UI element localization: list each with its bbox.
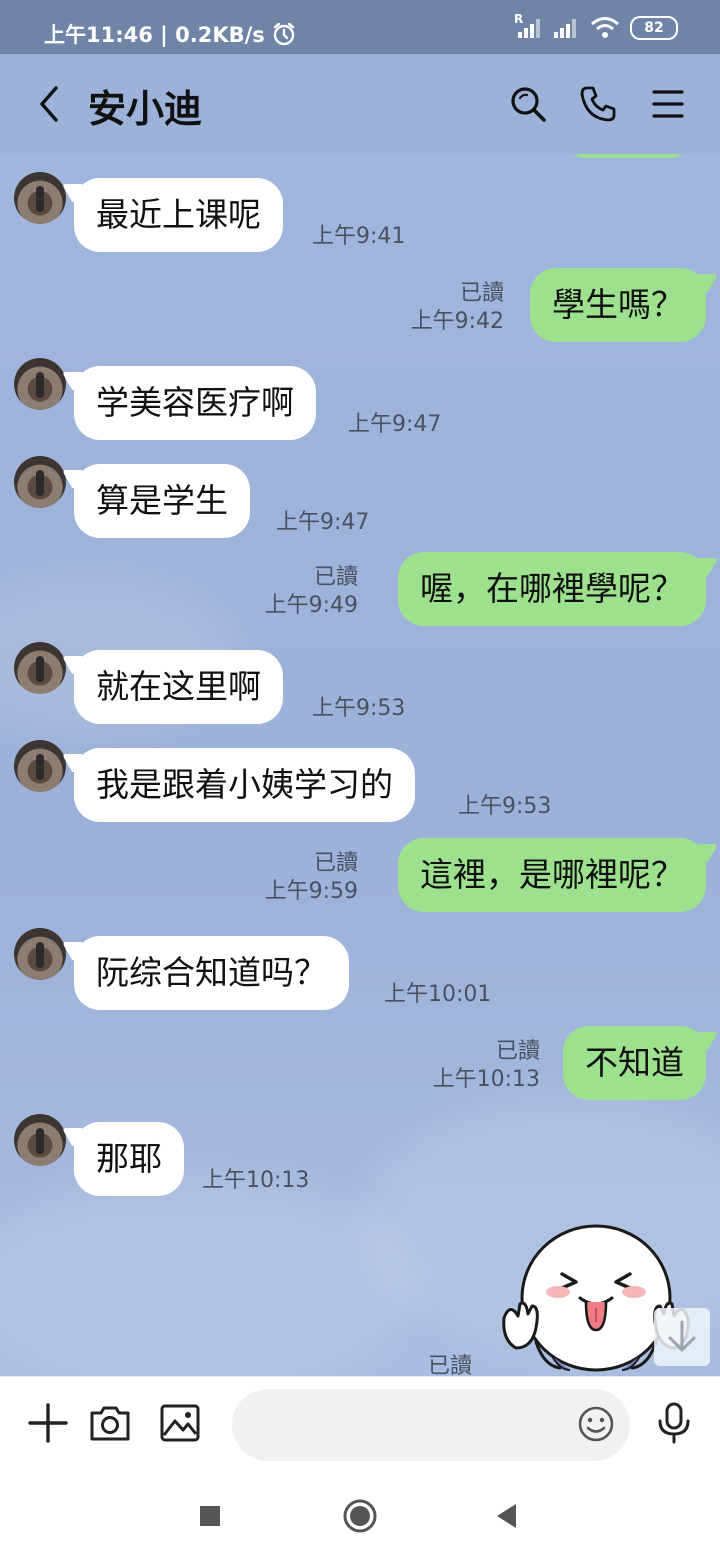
read-receipt: 已讀 bbox=[495, 1039, 540, 1064]
read-receipt: 已讀 bbox=[459, 281, 504, 306]
chat-header: 安小迪 bbox=[0, 54, 720, 154]
incoming-bubble[interactable]: 我是跟着小姨学习的 bbox=[74, 748, 415, 822]
contact-avatar[interactable] bbox=[14, 928, 66, 980]
image-gallery-icon[interactable] bbox=[158, 1401, 202, 1445]
message-time: 上午9:53 bbox=[312, 696, 406, 721]
system-nav-bar bbox=[0, 1474, 720, 1560]
wifi-icon bbox=[591, 17, 619, 38]
battery-icon: 82 bbox=[630, 16, 678, 40]
battery-level: 82 bbox=[644, 20, 664, 36]
status-bar: 上午11:46 | 0.2KB/s R 82 bbox=[0, 0, 720, 54]
recent-apps-icon[interactable] bbox=[198, 1504, 222, 1528]
outgoing-bubble[interactable]: 喔，在哪裡學呢？ bbox=[398, 552, 706, 626]
incoming-bubble[interactable]: 阮综合知道吗？ bbox=[74, 936, 349, 1010]
contact-avatar[interactable] bbox=[14, 740, 66, 792]
emoji-icon[interactable] bbox=[576, 1404, 616, 1444]
incoming-bubble[interactable]: 学美容医疗啊 bbox=[74, 366, 316, 440]
message-time: 上午10:13 bbox=[432, 1067, 540, 1092]
outgoing-bubble[interactable]: 不知道 bbox=[563, 1026, 706, 1100]
message-composer bbox=[0, 1376, 720, 1475]
microphone-icon[interactable] bbox=[652, 1401, 696, 1445]
back-nav-icon[interactable] bbox=[494, 1502, 520, 1530]
message-time: 上午10:01 bbox=[384, 982, 492, 1007]
message-time: 上午9:49 bbox=[264, 593, 358, 618]
message-time: 上午10:13 bbox=[202, 1168, 310, 1193]
menu-icon[interactable] bbox=[648, 84, 688, 124]
message-time: 上午9:47 bbox=[276, 510, 370, 535]
contact-avatar[interactable] bbox=[14, 358, 66, 410]
message-input[interactable] bbox=[232, 1389, 630, 1461]
phone-call-icon[interactable] bbox=[578, 84, 618, 124]
alarm-icon bbox=[273, 22, 294, 46]
outgoing-bubble[interactable]: 這裡，是哪裡呢？ bbox=[398, 838, 706, 912]
contact-avatar[interactable] bbox=[14, 456, 66, 508]
contact-avatar[interactable] bbox=[14, 642, 66, 694]
arrow-down-icon bbox=[668, 1320, 696, 1352]
search-icon[interactable] bbox=[508, 84, 548, 124]
contact-avatar[interactable] bbox=[14, 172, 66, 224]
contact-avatar[interactable] bbox=[14, 1114, 66, 1166]
message-time: 上午9:47 bbox=[348, 412, 442, 437]
read-receipt: 已讀 bbox=[313, 851, 358, 876]
incoming-bubble[interactable]: 那耶 bbox=[74, 1122, 184, 1196]
incoming-bubble[interactable]: 算是学生 bbox=[74, 464, 250, 538]
status-time-speed: 上午11:46 | 0.2KB/s bbox=[44, 23, 265, 47]
read-receipt: 已讀 bbox=[428, 1354, 473, 1376]
message-time: 上午9:42 bbox=[410, 309, 504, 334]
signal-icon bbox=[554, 19, 576, 38]
scroll-to-bottom-button[interactable] bbox=[654, 1308, 710, 1366]
back-icon[interactable] bbox=[30, 82, 70, 126]
message-time: 上午9:41 bbox=[312, 224, 406, 249]
read-receipt: 已讀 bbox=[313, 565, 358, 590]
plus-icon[interactable] bbox=[26, 1401, 70, 1445]
signal-roaming-icon: R bbox=[514, 12, 542, 40]
incoming-bubble[interactable]: 就在这里啊 bbox=[74, 650, 283, 724]
incoming-bubble[interactable]: 最近上课呢 bbox=[74, 178, 283, 252]
message-time: 上午9:59 bbox=[264, 879, 358, 904]
camera-icon[interactable] bbox=[88, 1401, 132, 1445]
message-list[interactable]: 最近上课呢 上午9:41 已讀 上午9:42 學生嗎？ 学美容医疗啊 上午9:4… bbox=[0, 154, 720, 1376]
contact-name[interactable]: 安小迪 bbox=[88, 78, 202, 133]
home-icon[interactable] bbox=[342, 1498, 378, 1534]
outgoing-bubble[interactable]: 學生嗎？ bbox=[530, 268, 706, 342]
message-time: 上午9:53 bbox=[458, 794, 552, 819]
previous-bubble-edge bbox=[566, 154, 690, 158]
